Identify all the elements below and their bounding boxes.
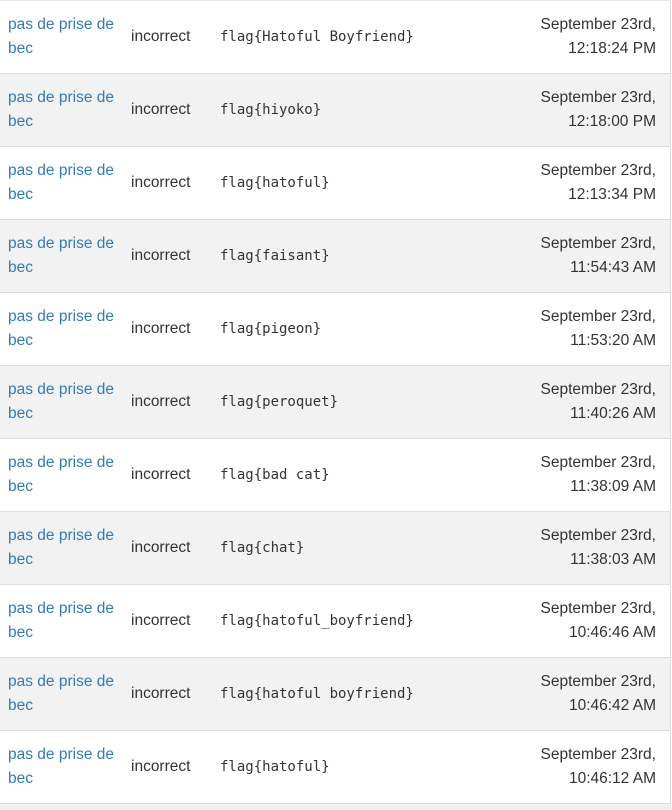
submission-time-line: 10:46:12 AM xyxy=(568,770,656,787)
submission-time-line: 11:54:43 AM xyxy=(570,259,656,276)
submission-time: September 23rd, 11:38:03 AM xyxy=(496,524,656,572)
table-bottom-edge xyxy=(0,804,672,810)
submitted-flag: flag{hatoful} xyxy=(220,175,330,191)
submission-time-line: 12:13:34 PM xyxy=(568,186,656,203)
submission-date-line: September 23rd, xyxy=(540,89,656,106)
submitted-flag: flag{hatoful_boyfriend} xyxy=(220,613,414,629)
status-text: incorrect xyxy=(131,758,191,775)
team-link[interactable]: pas de prise de bec xyxy=(8,743,118,791)
submission-time: September 23rd, 12:13:34 PM xyxy=(496,159,656,207)
submission-time-line: 11:40:26 AM xyxy=(570,405,656,422)
team-link[interactable]: pas de prise de bec xyxy=(8,13,118,61)
submission-date-line: September 23rd, xyxy=(540,16,656,33)
submission-time-line: 10:46:42 AM xyxy=(568,697,656,714)
submitted-flag: flag{chat} xyxy=(220,540,305,556)
submission-time: September 23rd, 12:18:24 PM xyxy=(496,13,656,61)
status-text: incorrect xyxy=(131,28,191,45)
team-link[interactable]: pas de prise de bec xyxy=(8,86,118,134)
submission-date-line: September 23rd, xyxy=(540,454,656,471)
submission-time-line: 12:18:00 PM xyxy=(568,113,656,130)
table-row: pas de prise de bec incorrect flag{hiyok… xyxy=(0,74,670,147)
submission-date-line: September 23rd, xyxy=(540,381,656,398)
submitted-flag: flag{hiyoko} xyxy=(220,102,322,118)
status-text: incorrect xyxy=(131,320,191,337)
submissions-table: pas de prise de bec incorrect flag{Hatof… xyxy=(0,0,671,804)
status-text: incorrect xyxy=(131,247,191,264)
submission-time-line: 11:38:03 AM xyxy=(570,551,656,568)
table-row: pas de prise de bec incorrect flag{faisa… xyxy=(0,220,670,293)
status-text: incorrect xyxy=(131,539,191,556)
team-link[interactable]: pas de prise de bec xyxy=(8,597,118,645)
table-row: pas de prise de bec incorrect flag{hatof… xyxy=(0,658,670,731)
team-link[interactable]: pas de prise de bec xyxy=(8,378,118,426)
submission-date-line: September 23rd, xyxy=(540,308,656,325)
table-row: pas de prise de bec incorrect flag{peroq… xyxy=(0,366,670,439)
submission-time-line: 11:38:09 AM xyxy=(570,478,656,495)
submission-date-line: September 23rd, xyxy=(540,673,656,690)
submitted-flag: flag{pigeon} xyxy=(220,321,322,337)
status-text: incorrect xyxy=(131,612,191,629)
team-link[interactable]: pas de prise de bec xyxy=(8,159,118,207)
status-text: incorrect xyxy=(131,174,191,191)
submitted-flag: flag{faisant} xyxy=(220,248,330,264)
status-text: incorrect xyxy=(131,466,191,483)
submission-date-line: September 23rd, xyxy=(540,600,656,617)
table-row: pas de prise de bec incorrect flag{bad c… xyxy=(0,439,670,512)
submission-date-line: September 23rd, xyxy=(540,162,656,179)
table-row: pas de prise de bec incorrect flag{hatof… xyxy=(0,731,670,804)
submitted-flag: flag{hatoful boyfriend} xyxy=(220,686,414,702)
submission-date-line: September 23rd, xyxy=(540,746,656,763)
submission-time: September 23rd, 10:46:46 AM xyxy=(496,597,656,645)
table-row: pas de prise de bec incorrect flag{hatof… xyxy=(0,585,670,658)
submitted-flag: flag{hatoful} xyxy=(220,759,330,775)
team-link[interactable]: pas de prise de bec xyxy=(8,305,118,353)
submitted-flag: flag{peroquet} xyxy=(220,394,339,410)
submission-time: September 23rd, 10:46:42 AM xyxy=(496,670,656,718)
submission-time: September 23rd, 11:53:20 AM xyxy=(496,305,656,353)
submission-time: September 23rd, 10:46:12 AM xyxy=(496,743,656,791)
submission-time: September 23rd, 11:54:43 AM xyxy=(496,232,656,280)
status-text: incorrect xyxy=(131,101,191,118)
submitted-flag: flag{bad cat} xyxy=(220,467,330,483)
submission-time-line: 12:18:24 PM xyxy=(568,40,656,57)
submission-time-line: 11:53:20 AM xyxy=(570,332,656,349)
submission-date-line: September 23rd, xyxy=(540,527,656,544)
table-row: pas de prise de bec incorrect flag{pigeo… xyxy=(0,293,670,366)
table-row: pas de prise de bec incorrect flag{Hatof… xyxy=(0,1,670,74)
submission-date-line: September 23rd, xyxy=(540,235,656,252)
submission-time: September 23rd, 11:40:26 AM xyxy=(496,378,656,426)
status-text: incorrect xyxy=(131,685,191,702)
team-link[interactable]: pas de prise de bec xyxy=(8,524,118,572)
team-link[interactable]: pas de prise de bec xyxy=(8,451,118,499)
table-row: pas de prise de bec incorrect flag{hatof… xyxy=(0,147,670,220)
team-link[interactable]: pas de prise de bec xyxy=(8,670,118,718)
table-row: pas de prise de bec incorrect flag{chat}… xyxy=(0,512,670,585)
submitted-flag: flag{Hatoful Boyfriend} xyxy=(220,29,414,45)
status-text: incorrect xyxy=(131,393,191,410)
submission-time-line: 10:46:46 AM xyxy=(568,624,656,641)
submission-time: September 23rd, 11:38:09 AM xyxy=(496,451,656,499)
team-link[interactable]: pas de prise de bec xyxy=(8,232,118,280)
submission-time: September 23rd, 12:18:00 PM xyxy=(496,86,656,134)
